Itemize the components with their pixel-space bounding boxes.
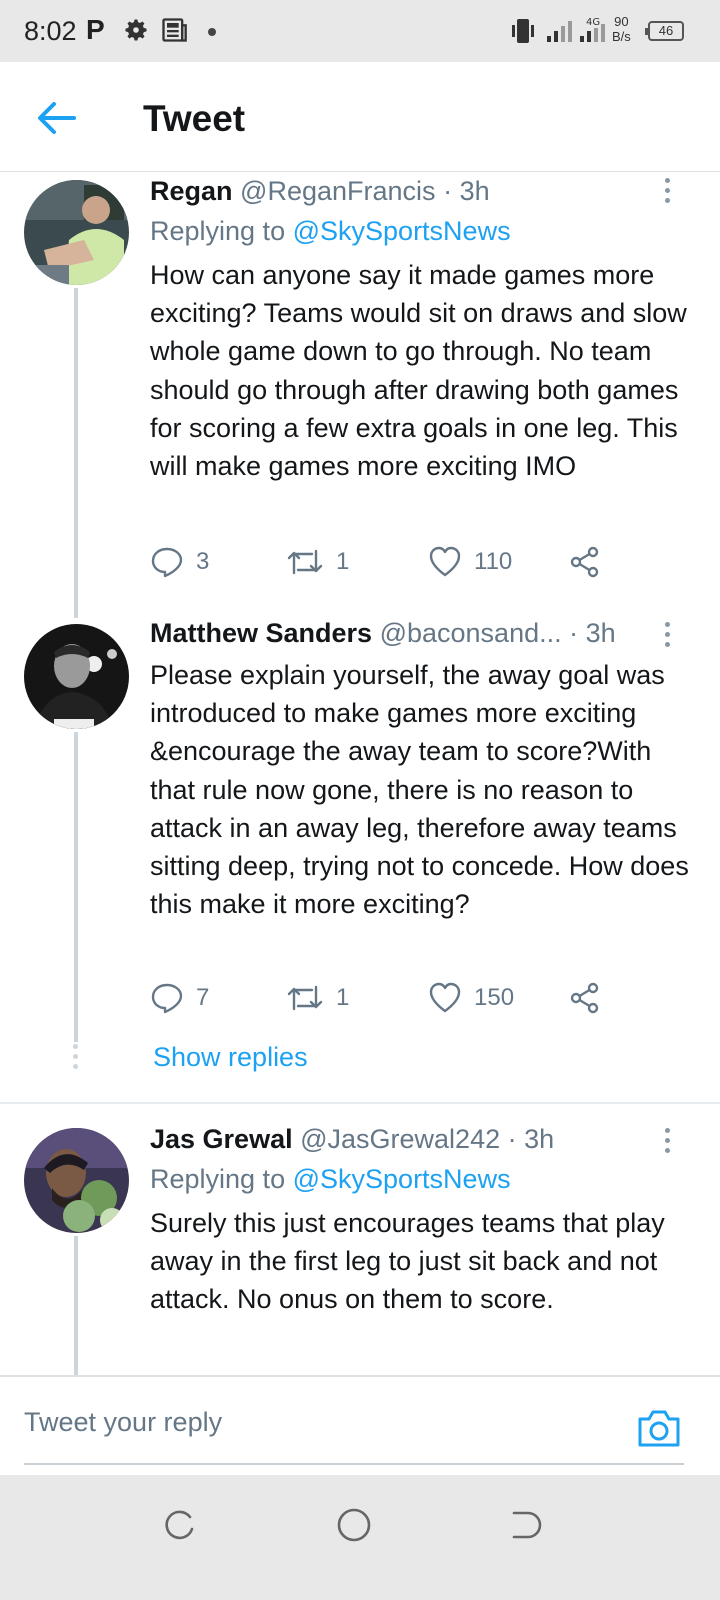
network-speed: 90 B/s <box>612 14 631 44</box>
avatar[interactable] <box>24 180 129 285</box>
vibrate-icon <box>512 19 534 43</box>
arrow-left-icon[interactable] <box>34 98 78 138</box>
tweet-time: 3h <box>585 618 616 648</box>
separator: · <box>507 1124 517 1154</box>
status-bar: 8:02 P 4G 90 B/s 46 <box>0 0 720 62</box>
show-replies-link[interactable]: Show replies <box>153 1042 308 1073</box>
tweet-text: How can anyone say it made games more ex… <box>150 260 687 482</box>
share-icon <box>570 546 599 578</box>
page-title: Tweet <box>143 98 246 139</box>
like-count: 110 <box>474 548 513 575</box>
more-options-icon[interactable] <box>662 178 672 206</box>
reply-button[interactable]: 3 <box>150 542 209 582</box>
battery-icon: 46 <box>645 21 684 41</box>
back-icon[interactable] <box>506 1505 546 1545</box>
like-button[interactable]: 150 <box>428 978 514 1018</box>
tweet-regan[interactable]: Regan @ReganFrancis · 3h Replying to @Sk… <box>0 172 720 618</box>
replying-to-link[interactable]: @SkySportsNews <box>293 216 511 246</box>
tweet-header: Matthew Sanders @baconsand... · 3h <box>150 618 616 649</box>
share-button[interactable] <box>568 978 602 1018</box>
status-time: 8:02 <box>24 16 77 46</box>
reply-input-underline <box>24 1463 684 1465</box>
thread-line <box>74 288 78 618</box>
author-handle[interactable]: @baconsand... <box>380 618 562 648</box>
p-app-icon: P <box>86 14 105 45</box>
tweet-text: Please explain yourself, the away goal w… <box>150 660 689 920</box>
speed-value: 90 <box>614 14 629 29</box>
tweet-text: Surely this just encourages teams that p… <box>150 1208 665 1315</box>
signal-4g-icon: 4G <box>580 17 605 42</box>
reply-icon <box>151 983 183 1014</box>
home-icon[interactable] <box>334 1505 374 1545</box>
heart-icon <box>429 982 461 1013</box>
signal-icon <box>547 21 572 42</box>
tweet-header: Regan @ReganFrancis · 3h <box>150 176 490 207</box>
tweet-header: Jas Grewal @JasGrewal242 · 3h <box>150 1124 554 1155</box>
share-icon <box>570 982 599 1014</box>
avatar[interactable] <box>24 1128 129 1233</box>
heart-icon <box>429 546 461 577</box>
speed-unit: B/s <box>612 29 631 44</box>
reply-button[interactable]: 7 <box>150 978 209 1018</box>
replying-prefix: Replying to <box>150 216 286 246</box>
tweet-jas-grewal[interactable]: Jas Grewal @JasGrewal242 · 3h Replying t… <box>0 1104 720 1376</box>
svg-text:4G: 4G <box>586 17 600 28</box>
replying-to-link[interactable]: @SkySportsNews <box>293 1164 511 1194</box>
reply-bar: Tweet your reply <box>0 1375 720 1475</box>
tweet-matthew-sanders[interactable]: Matthew Sanders @baconsand... · 3h Pleas… <box>0 612 720 1102</box>
tweet-time: 3h <box>524 1124 555 1154</box>
reply-count: 3 <box>196 548 210 575</box>
settings-gear-icon <box>125 19 147 41</box>
like-button[interactable]: 110 <box>428 542 512 582</box>
tweet-actions: 7 1 150 <box>150 978 610 1018</box>
camera-icon[interactable] <box>636 1407 682 1449</box>
author-name[interactable]: Jas Grewal <box>150 1124 293 1154</box>
top-app-bar: Tweet <box>0 62 720 172</box>
author-handle[interactable]: @ReganFrancis <box>240 176 436 206</box>
separator: · <box>443 176 453 206</box>
system-navigation-bar <box>0 1475 720 1600</box>
retweet-count: 1 <box>336 548 350 575</box>
reply-input[interactable]: Tweet your reply <box>24 1407 222 1438</box>
more-options-icon[interactable] <box>662 1128 672 1156</box>
retweet-icon <box>287 549 323 575</box>
replying-to: Replying to @SkySportsNews <box>150 216 511 247</box>
author-name[interactable]: Regan <box>150 176 233 206</box>
retweet-button[interactable]: 1 <box>286 542 349 582</box>
reply-count: 7 <box>196 984 210 1011</box>
retweet-button[interactable]: 1 <box>286 978 349 1018</box>
reply-icon <box>151 547 183 578</box>
thread-dots <box>73 1044 79 1074</box>
recents-icon[interactable] <box>160 1505 200 1545</box>
retweet-count: 1 <box>336 984 350 1011</box>
retweet-icon <box>287 985 323 1011</box>
tweet-time: 3h <box>459 176 490 206</box>
separator: · <box>569 618 579 648</box>
more-options-icon[interactable] <box>662 622 672 650</box>
share-button[interactable] <box>568 542 602 582</box>
replying-prefix: Replying to <box>150 1164 286 1194</box>
replying-to: Replying to @SkySportsNews <box>150 1164 511 1195</box>
like-count: 150 <box>474 984 515 1011</box>
thread-line <box>74 1236 78 1376</box>
thread-line <box>74 732 78 1042</box>
author-handle[interactable]: @JasGrewal242 <box>300 1124 500 1154</box>
author-name[interactable]: Matthew Sanders <box>150 618 372 648</box>
tweet-actions: 3 1 110 <box>150 542 610 582</box>
news-icon <box>162 18 187 42</box>
notification-dot <box>208 28 216 36</box>
avatar[interactable] <box>24 624 129 729</box>
